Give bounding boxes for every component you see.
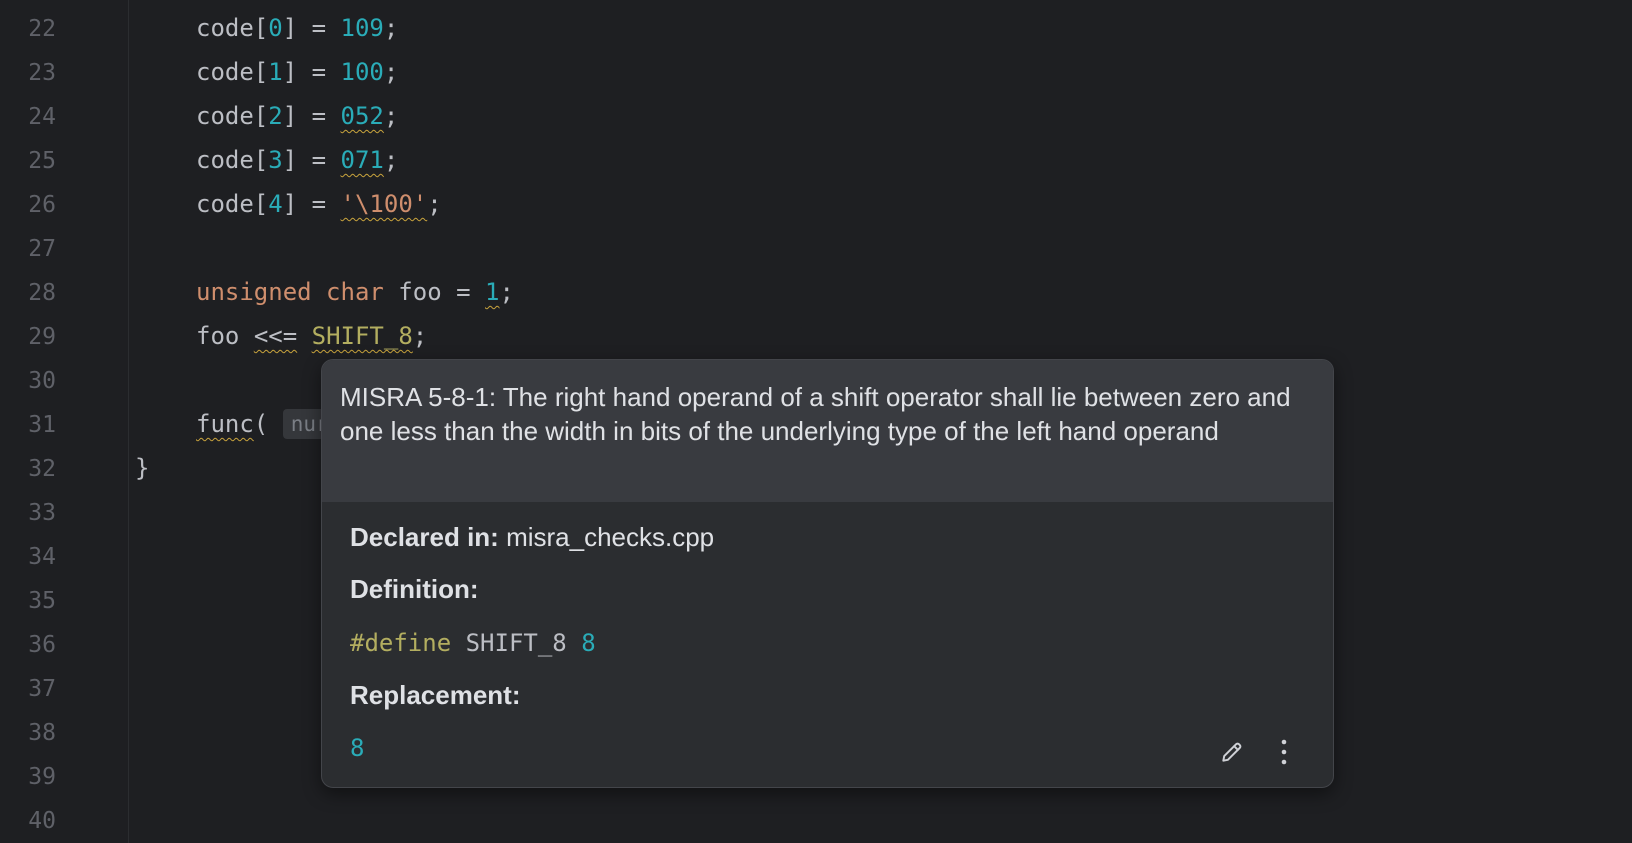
replacement-code: 8 <box>350 731 364 765</box>
line-number: 24 <box>28 104 56 130</box>
semicolon: ; <box>383 146 399 174</box>
popup-actions <box>1217 737 1299 767</box>
semicolon: ; <box>412 322 428 350</box>
line-number: 29 <box>28 324 56 350</box>
code-line-25[interactable]: code[3] = 071; <box>196 145 398 175</box>
declared-in-file-link[interactable]: misra_checks.cpp <box>506 522 714 552</box>
replacement-value: 8 <box>350 734 365 762</box>
assign-operator: = <box>297 190 341 218</box>
code-line-23[interactable]: code[1] = 100; <box>196 57 398 87</box>
line-number: 37 <box>28 676 56 702</box>
bracket: ] <box>282 58 298 86</box>
bracket: [ <box>253 146 269 174</box>
more-vertical-icon <box>1281 739 1287 765</box>
number-literal: 0 <box>268 14 283 42</box>
code-line-29[interactable]: foo <<= SHIFT_8; <box>196 321 427 351</box>
number-literal: 3 <box>268 146 283 174</box>
line-number: 31 <box>28 412 56 438</box>
function-call[interactable]: func <box>196 410 254 438</box>
number-literal: 100 <box>340 58 384 86</box>
bracket: [ <box>253 58 269 86</box>
line-number: 36 <box>28 632 56 658</box>
macro-name: SHIFT_8 <box>465 629 567 657</box>
popup-body: Declared in: misra_checks.cpp Definition… <box>322 502 1333 762</box>
assign-operator: = <box>297 102 341 130</box>
line-number-gutter: 22 23 24 25 26 27 28 29 30 31 32 33 34 3… <box>0 0 129 843</box>
code-line-31[interactable]: func( nur <box>196 409 337 439</box>
definition-label: Definition: <box>350 574 479 604</box>
number-literal: 1 <box>268 58 283 86</box>
semicolon: ; <box>499 278 514 306</box>
line-number: 33 <box>28 500 56 526</box>
number-literal-warning[interactable]: 1 <box>485 278 499 306</box>
paren: ( <box>253 410 269 438</box>
line-number: 28 <box>28 280 56 306</box>
bracket: ] <box>282 190 298 218</box>
identifier: code <box>196 146 254 174</box>
bracket: [ <box>253 102 269 130</box>
identifier: foo <box>196 322 240 350</box>
keyword: char <box>326 278 384 306</box>
char-literal-warning[interactable]: '\100' <box>341 190 428 218</box>
replacement-row: Replacement: <box>350 678 521 712</box>
semicolon: ; <box>383 102 399 130</box>
code-line-26[interactable]: code[4] = '\100'; <box>196 189 442 219</box>
semicolon: ; <box>383 14 399 42</box>
number-literal: 4 <box>268 190 283 218</box>
macro-reference[interactable]: SHIFT_8 <box>312 322 413 350</box>
shift-operator-warning[interactable]: <<= <box>254 322 297 350</box>
line-number: 25 <box>28 148 56 174</box>
bracket: ] <box>282 102 298 130</box>
line-number: 35 <box>28 588 56 614</box>
identifier: code <box>196 102 254 130</box>
pencil-icon <box>1222 742 1242 762</box>
keyword: unsigned <box>196 278 312 306</box>
definition-row: Definition: <box>350 572 479 606</box>
line-number: 32 <box>28 456 56 482</box>
line-number: 30 <box>28 368 56 394</box>
line-number: 34 <box>28 544 56 570</box>
line-number: 22 <box>28 16 56 42</box>
bracket: ] <box>282 14 298 42</box>
bracket: [ <box>253 190 269 218</box>
code-line-32[interactable]: } <box>135 453 149 483</box>
assign-operator: = <box>297 58 341 86</box>
semicolon: ; <box>383 58 399 86</box>
replacement-label: Replacement: <box>350 680 521 710</box>
identifier: foo <box>398 278 442 306</box>
code-line-24[interactable]: code[2] = 052; <box>196 101 398 131</box>
code-line-22[interactable]: code[0] = 109; <box>196 13 398 43</box>
octal-literal-warning[interactable]: 052 <box>341 102 384 130</box>
line-number: 38 <box>28 720 56 746</box>
line-number: 40 <box>28 808 56 834</box>
declared-in-label: Declared in: <box>350 522 499 552</box>
line-number: 39 <box>28 764 56 790</box>
code-line-28[interactable]: unsigned char foo = 1; <box>196 277 514 307</box>
octal-literal-warning[interactable]: 071 <box>341 146 384 174</box>
assign-operator: = <box>297 14 341 42</box>
more-options-button[interactable] <box>1269 737 1299 767</box>
define-directive: #define <box>350 629 452 657</box>
line-number: 26 <box>28 192 56 218</box>
line-number: 27 <box>28 236 56 262</box>
bracket: [ <box>253 14 269 42</box>
declared-in-row: Declared in: misra_checks.cpp <box>350 520 714 554</box>
macro-value: 8 <box>581 629 596 657</box>
line-number: 23 <box>28 60 56 86</box>
identifier: code <box>196 58 254 86</box>
popup-header: MISRA 5-8-1: The right hand operand of a… <box>322 360 1333 502</box>
number-literal: 109 <box>340 14 384 42</box>
inspection-message: MISRA 5-8-1: The right hand operand of a… <box>340 382 1291 446</box>
assign-operator: = <box>297 146 341 174</box>
edit-button[interactable] <box>1217 737 1247 767</box>
identifier: code <box>196 14 254 42</box>
definition-code: #define SHIFT_8 8 <box>350 626 596 660</box>
bracket: ] <box>282 146 298 174</box>
identifier: code <box>196 190 254 218</box>
semicolon: ; <box>427 190 442 218</box>
closing-brace: } <box>135 454 150 482</box>
inspection-popup[interactable]: MISRA 5-8-1: The right hand operand of a… <box>321 359 1334 788</box>
assign-operator: = <box>441 278 486 306</box>
number-literal: 2 <box>268 102 283 130</box>
